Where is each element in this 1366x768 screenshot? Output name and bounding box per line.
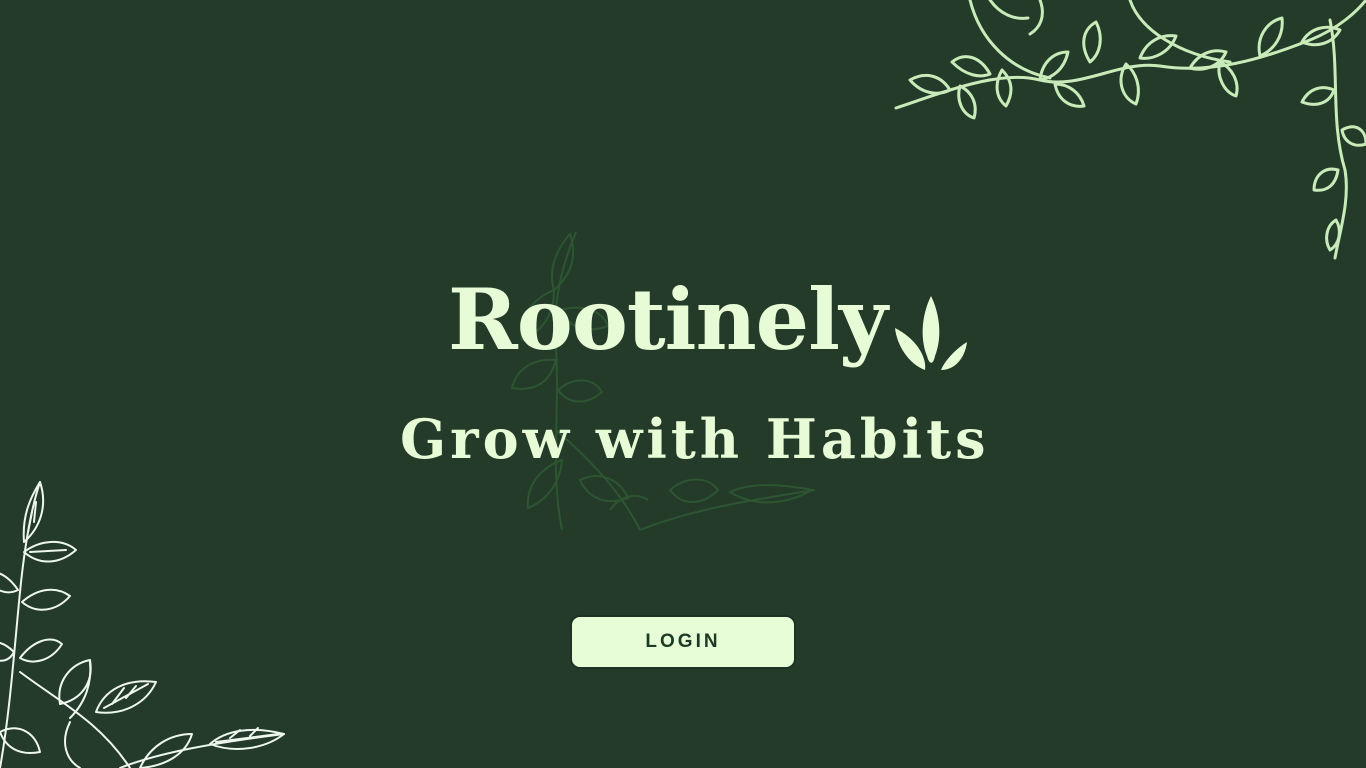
brand-title: Rootinely xyxy=(448,270,888,369)
landing-screen: Rootinely Grow with Habits LOGIN xyxy=(0,0,1366,768)
vine-illustration-top-right xyxy=(894,0,1366,260)
plant-illustration-bottom-left xyxy=(0,481,285,768)
login-button[interactable]: LOGIN xyxy=(570,615,796,669)
leaf-sprout-icon xyxy=(895,296,967,370)
tagline: Grow with Habits xyxy=(400,407,990,471)
